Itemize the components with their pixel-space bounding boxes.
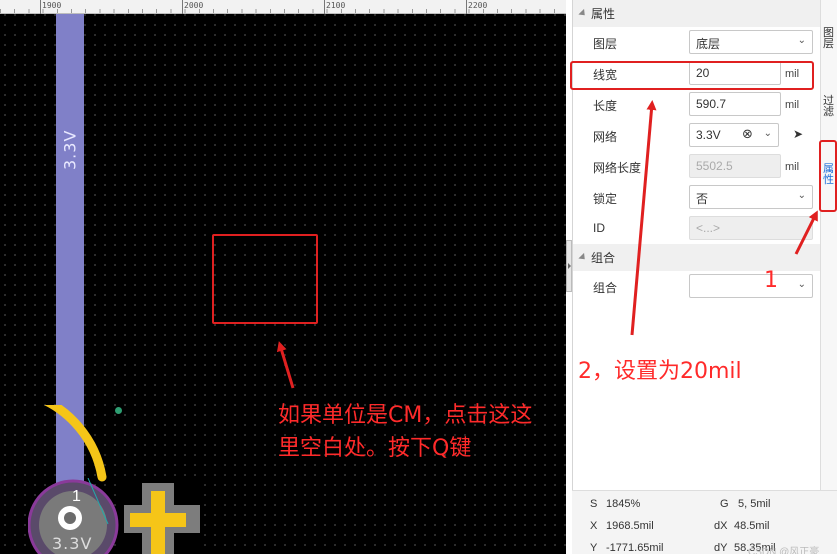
highlight-box-blank-area bbox=[212, 234, 318, 324]
pad-net-label: 3.3V bbox=[52, 534, 93, 553]
right-vertical-tabs: 图层 过滤 属性 bbox=[820, 0, 837, 554]
net-length-value: 5502.5 bbox=[696, 159, 733, 173]
horizontal-ruler: 1900 2000 2100 2200 bbox=[0, 0, 566, 14]
group-label: 组合 bbox=[593, 281, 618, 295]
row-group: 组合 ⌄ bbox=[573, 271, 820, 302]
ruler-label: 2100 bbox=[326, 1, 346, 10]
length-value: 590.7 bbox=[696, 97, 727, 111]
track-net-label: 3.3V bbox=[60, 129, 80, 171]
y-value: -1771.65mil bbox=[606, 542, 664, 554]
properties-section-header[interactable]: 属性 bbox=[573, 0, 820, 27]
ruler-major-tick bbox=[466, 0, 467, 14]
row-net: 网络 3.3V ⊗ ⌄ ➤ bbox=[573, 120, 820, 151]
lock-value: 否 bbox=[696, 192, 709, 206]
collapse-triangle-icon bbox=[578, 252, 588, 263]
ruler-label: 2000 bbox=[184, 1, 204, 10]
annotation-line: 里空白处。按下Q键 bbox=[278, 436, 472, 461]
chevron-down-icon: ⌄ bbox=[797, 190, 806, 201]
net-length-unit: mil bbox=[785, 161, 800, 173]
row-net-length: 网络长度 5502.5 mil bbox=[573, 151, 820, 182]
length-label: 长度 bbox=[593, 99, 618, 113]
ruler-label: 1900 bbox=[42, 1, 62, 10]
annotation-step-1: 1 bbox=[764, 268, 778, 293]
scale-value: 1845% bbox=[606, 498, 641, 510]
x-value: 1968.5mil bbox=[606, 520, 654, 532]
tab-layers[interactable]: 图层 bbox=[823, 28, 837, 50]
scale-label: S bbox=[590, 498, 598, 510]
clear-circle-icon[interactable]: ⊗ bbox=[742, 126, 753, 142]
grid-label: G bbox=[720, 498, 729, 510]
dx-label: dX bbox=[714, 520, 728, 532]
net-label: 网络 bbox=[593, 130, 618, 144]
via-dot[interactable] bbox=[115, 407, 122, 414]
chevron-down-icon: ⌄ bbox=[763, 128, 772, 139]
y-label: Y bbox=[590, 542, 598, 554]
ruler-major-tick bbox=[182, 0, 183, 14]
group-section-header[interactable]: 组合 bbox=[573, 244, 820, 271]
watermark: CSDN @风正豪 bbox=[748, 547, 820, 554]
ruler-major-tick bbox=[324, 0, 325, 14]
pcb-canvas[interactable]: 1900 2000 2100 2200 3.3V 1 3.3V 如果单位是CM，… bbox=[0, 0, 566, 554]
ruler-label: 2200 bbox=[468, 1, 488, 10]
dy-label: dY bbox=[714, 542, 728, 554]
layer-label: 图层 bbox=[593, 37, 618, 51]
chevron-down-icon: ⌄ bbox=[797, 279, 806, 290]
net-length-label: 网络长度 bbox=[593, 161, 642, 175]
net-length-input: 5502.5 bbox=[689, 154, 781, 178]
pick-cursor-icon[interactable]: ➤ bbox=[793, 127, 803, 141]
net-select[interactable]: 3.3V ⊗ ⌄ bbox=[689, 123, 779, 147]
grid-value: 5, 5mil bbox=[738, 498, 771, 510]
lock-select[interactable]: 否 ⌄ bbox=[689, 185, 813, 209]
pad-number: 1 bbox=[72, 488, 81, 505]
lock-label: 锁定 bbox=[593, 192, 618, 206]
collapse-triangle-icon bbox=[578, 8, 588, 19]
row-length: 长度 590.7 mil bbox=[573, 89, 820, 120]
annotation-step-2: 2，设置为20mil bbox=[578, 359, 742, 384]
layer-select[interactable]: 底层 ⌄ bbox=[689, 30, 813, 54]
highlight-box-properties-tab bbox=[819, 140, 837, 212]
section-title: 属性 bbox=[591, 7, 616, 21]
row-id: ID <...> bbox=[573, 213, 820, 244]
id-input: <...> bbox=[689, 216, 813, 240]
length-unit: mil bbox=[785, 99, 800, 111]
length-input[interactable]: 590.7 bbox=[689, 92, 781, 116]
highlight-box-width-row bbox=[570, 61, 814, 90]
dx-value: 48.5mil bbox=[734, 520, 770, 532]
net-value: 3.3V bbox=[696, 128, 721, 142]
canvas-annotation: 如果单位是CM，点击这这 里空白处。按下Q键 bbox=[278, 399, 566, 465]
group-select[interactable]: ⌄ bbox=[689, 274, 813, 298]
section-title: 组合 bbox=[591, 251, 616, 265]
row-lock: 锁定 否 ⌄ bbox=[573, 182, 820, 213]
chevron-down-icon: ⌄ bbox=[797, 35, 806, 46]
ruler-major-tick bbox=[40, 0, 41, 14]
id-value: <...> bbox=[696, 221, 721, 235]
row-layer: 图层 底层 ⌄ bbox=[573, 27, 820, 58]
id-label: ID bbox=[593, 221, 605, 235]
layer-value: 底层 bbox=[696, 37, 721, 51]
x-label: X bbox=[590, 520, 598, 532]
annotation-line: 如果单位是CM，点击这这 bbox=[278, 403, 533, 428]
tab-filter[interactable]: 过滤 bbox=[823, 96, 837, 118]
plus-component-marker[interactable] bbox=[124, 483, 200, 554]
